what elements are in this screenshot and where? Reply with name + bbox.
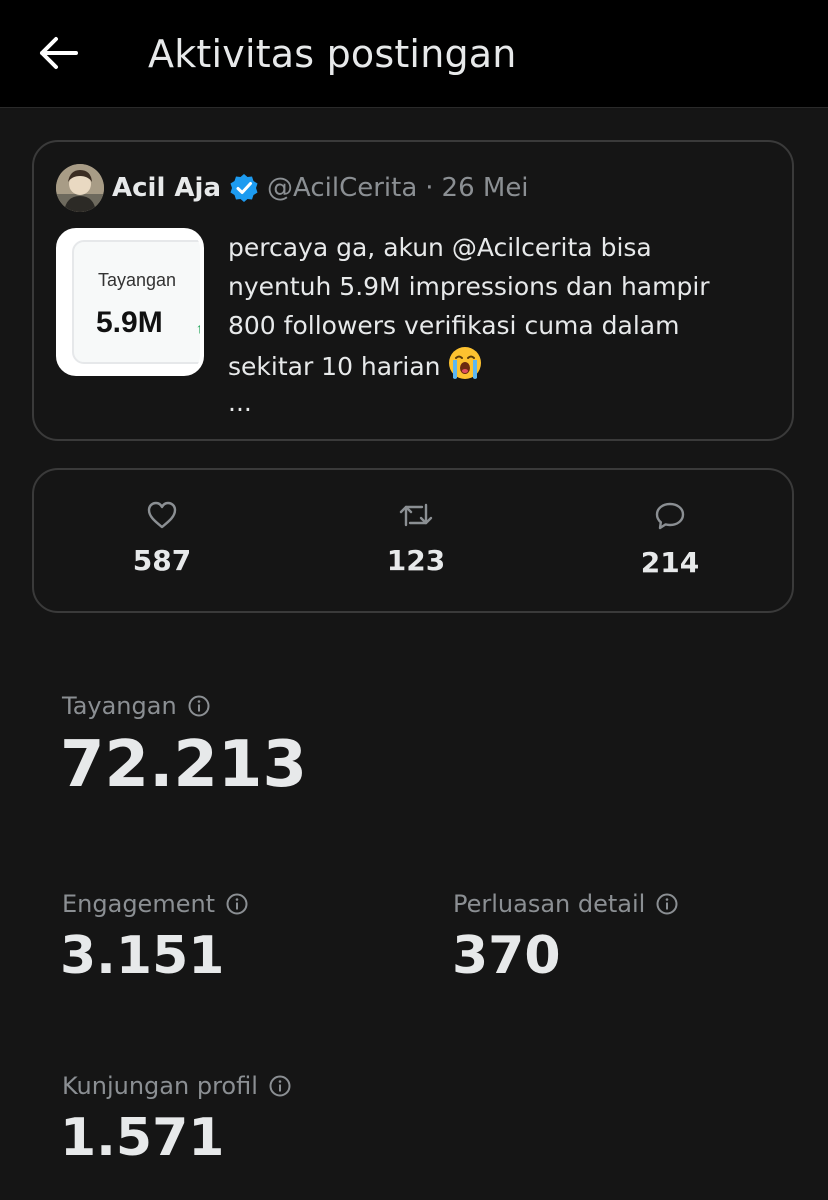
post-truncation: ... (228, 388, 252, 417)
profile-visits-label: Kunjungan profil (62, 1072, 292, 1100)
replies-stat[interactable]: 214 (580, 500, 760, 579)
engagement-label-text: Engagement (62, 890, 216, 918)
avatar-illustration (56, 164, 104, 212)
post-author-row: Acil Aja @AcilCerita · 26 Mei (112, 168, 529, 208)
avatar[interactable] (56, 164, 104, 212)
author-handle[interactable]: @AcilCerita (267, 173, 417, 203)
replies-count: 214 (640, 546, 700, 579)
thumbnail-value: 5.9M (96, 306, 163, 339)
separator-dot: · (425, 173, 434, 203)
engagement-stats-card: 587 123 214 (32, 468, 794, 613)
trend-up-icon: ↑ (196, 320, 203, 336)
reposts-stat[interactable]: 123 (326, 500, 506, 577)
views-value: 72.213 (60, 728, 307, 802)
repost-icon (399, 503, 433, 527)
info-icon[interactable] (268, 1074, 292, 1098)
info-icon[interactable] (655, 892, 679, 916)
page-title: Aktivitas postingan (148, 32, 517, 76)
post-text-line: nyentuh 5.9M impressions dan hampir (228, 272, 710, 301)
detail-expands-value: 370 (452, 926, 561, 986)
detail-expands-label: Perluasan detail (453, 890, 679, 918)
author-name[interactable]: Acil Aja (112, 173, 221, 203)
likes-stat[interactable]: 587 (72, 500, 252, 577)
thumbnail-label: Tayangan (98, 270, 177, 290)
engagement-label: Engagement (62, 890, 249, 918)
post-text-line-last: sekitar 10 harian (228, 345, 768, 386)
post-media-thumbnail[interactable]: Tayangan 5.9M ↑ (56, 228, 204, 376)
likes-count: 587 (132, 544, 192, 577)
thumbnail-card: Tayangan 5.9M ↑ (72, 240, 203, 364)
profile-visits-label-text: Kunjungan profil (62, 1072, 258, 1100)
detail-expands-label-text: Perluasan detail (453, 890, 646, 918)
back-button[interactable] (30, 30, 86, 76)
verified-badge-icon (230, 174, 258, 202)
info-icon[interactable] (225, 892, 249, 916)
post-date: 26 Mei (441, 173, 529, 203)
info-icon[interactable] (187, 694, 211, 718)
reply-icon (655, 502, 685, 530)
heart-icon (147, 501, 177, 529)
views-label-text: Tayangan (62, 692, 177, 720)
loudly-crying-face-emoji (448, 347, 481, 379)
post-text-line: 800 followers verifikasi cuma dalam (228, 311, 680, 340)
post-text: percaya ga, akun @Acilcerita bisa nyentu… (228, 228, 768, 386)
post-text-line: sekitar 10 harian (228, 352, 441, 381)
post-preview-card[interactable]: Acil Aja @AcilCerita · 26 Mei Tayangan 5… (32, 140, 794, 441)
views-label: Tayangan (62, 692, 211, 720)
post-text-line: percaya ga, akun @Acilcerita bisa (228, 233, 652, 262)
engagement-value: 3.151 (60, 926, 225, 986)
top-app-bar: Aktivitas postingan (0, 0, 828, 108)
profile-visits-value: 1.571 (60, 1108, 225, 1168)
arrow-left-icon (40, 37, 78, 69)
reposts-count: 123 (386, 544, 446, 577)
